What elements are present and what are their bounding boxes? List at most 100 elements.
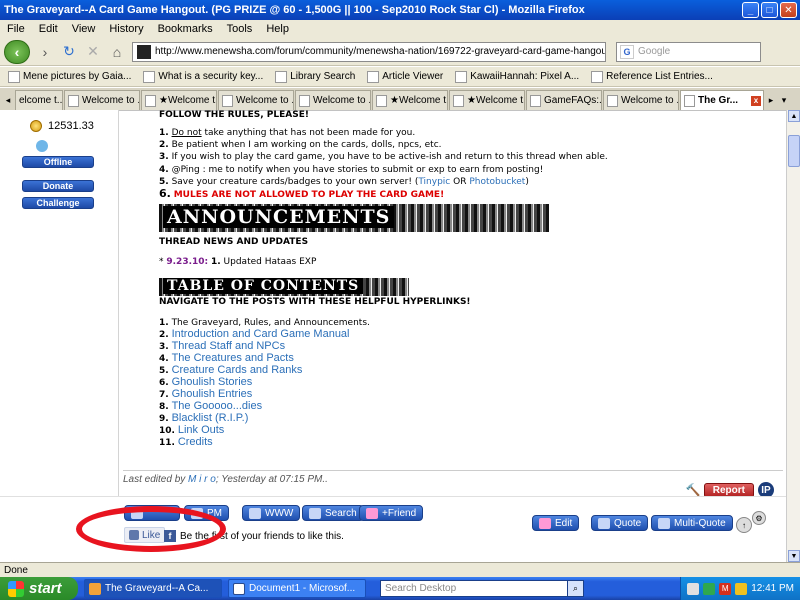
desktop-search-icon[interactable]: ⌕ [568,580,584,597]
browser-tab-active[interactable]: The Gr... x [680,90,764,110]
browser-tab[interactable]: ★Welcome t... [449,90,525,110]
bookmark-label: Mene pictures by Gaia... [23,71,132,82]
www-button[interactable]: WWW [242,505,301,521]
tab-label: GameFAQs:... [544,95,602,106]
menu-tools[interactable]: Tools [220,23,260,35]
taskbar-item-firefox[interactable]: The Graveyard--A Ca... [84,579,222,598]
desktop-search-input[interactable]: Search Desktop [380,580,568,597]
friend-icon [366,507,378,519]
forward-arrow-icon[interactable]: › [36,43,54,61]
quote-button[interactable]: Quote [591,515,649,531]
globe-icon [249,507,261,519]
taskbar-item-word[interactable]: Document1 - Microsof... [228,579,366,598]
home-icon[interactable]: ⌂ [108,43,126,61]
volume-icon[interactable] [735,582,748,595]
messenger-icon[interactable] [36,140,48,152]
photobucket-link[interactable]: Photobucket [469,177,525,187]
list-item: 4. @Ping : me to notify when you have st… [159,164,544,175]
security-icon[interactable] [703,582,716,595]
start-button[interactable]: start [0,577,78,600]
windows-taskbar: start The Graveyard--A Ca... Document1 -… [0,577,800,600]
tab-scroll-right-icon[interactable]: ▸ [765,90,777,110]
tab-scroll-left-icon[interactable]: ◂ [2,90,14,110]
toc-heading: NAVIGATE TO THE POSTS WITH THESE HELPFUL… [159,297,471,307]
offline-button[interactable]: Offline [22,156,94,168]
options-icon[interactable]: ⚙ [752,511,766,525]
browser-tab[interactable]: Welcome to ... [603,90,679,110]
tab-label: ★Welcome t... [467,95,525,106]
list-item: 6. MULES ARE NOT ALLOWED TO PLAY THE CAR… [159,187,445,201]
window-titlebar: The Graveyard--A Card Game Hangout. (PG … [0,0,800,20]
editor-name-link[interactable]: M i r o [188,474,216,485]
browser-tab[interactable]: ★Welcome t... [372,90,448,110]
tab-label: ★Welcome t... [390,95,448,106]
toc-link-item[interactable]: 11. Credits [159,437,370,449]
table-of-contents-banner: TABLE OF CONTENTS [159,278,409,296]
start-label: start [29,580,62,597]
clock: 12:41 PM [751,583,794,594]
menu-view[interactable]: View [65,23,103,35]
red-annotation-circle [76,506,226,552]
back-arrow-icon[interactable]: ‹ [4,39,30,64]
browser-tab[interactable]: GameFAQs:... [526,90,602,110]
maximize-button[interactable]: □ [761,2,778,18]
page-content: 12531.33 Offline Donate Challenge FOLLOW… [0,110,786,562]
gold-coin-icon [30,120,42,132]
vertical-scrollbar[interactable]: ▲ ▼ [786,110,800,562]
scroll-to-top-icon[interactable]: ↑ [736,517,752,533]
browser-tab[interactable]: elcome t... [15,90,63,110]
bookmark-label: What is a security key... [158,71,264,82]
menu-edit[interactable]: Edit [32,23,65,35]
window-title: The Graveyard--A Card Game Hangout. (PG … [4,4,585,16]
update-line: * 9.23.10: 1. Updated Hataas EXP [159,257,317,267]
donate-button[interactable]: Donate [22,180,94,192]
bookmark-item[interactable]: KawaiiHannah: Pixel A... [451,70,583,83]
address-bar[interactable]: http://www.menewsha.com/forum/community/… [132,41,606,62]
browser-tab[interactable]: Welcome to ... [64,90,140,110]
menu-history[interactable]: History [102,23,150,35]
tab-icon [453,94,464,107]
bookmark-item[interactable]: Mene pictures by Gaia... [4,70,135,83]
browser-tab[interactable]: ★Welcome t... [141,90,217,110]
menu-bookmarks[interactable]: Bookmarks [151,23,220,35]
mail-icon[interactable]: M [719,582,732,595]
browser-tab[interactable]: Welcome to ... [218,90,294,110]
bookmark-item[interactable]: Article Viewer [363,70,447,83]
add-friend-button[interactable]: +Friend [359,505,424,521]
search-button[interactable]: Search [302,505,364,521]
challenge-button[interactable]: Challenge [22,197,94,209]
navigation-toolbar: ‹ › ↻ ✕ ⌂ http://www.menewsha.com/forum/… [0,38,800,66]
close-button[interactable]: ✕ [780,2,797,18]
multi-quote-button[interactable]: Multi-Quote [651,515,733,531]
tinypic-link[interactable]: Tinypic [418,177,450,187]
search-input[interactable]: G Google [616,41,761,62]
tab-label: Welcome to ... [313,95,371,106]
tab-icon [684,94,695,107]
bookmark-icon [367,70,380,83]
gold-amount: 12531.33 [48,120,94,132]
tab-close-icon[interactable]: x [751,95,761,106]
tab-label: Welcome to ... [236,95,294,106]
reload-icon[interactable]: ↻ [60,43,78,61]
bookmark-icon [275,70,288,83]
bookmark-item[interactable]: Library Search [271,70,359,83]
menu-file[interactable]: File [0,23,32,35]
menu-help[interactable]: Help [259,23,296,35]
system-tray: M 12:41 PM [680,577,800,600]
network-icon[interactable] [687,582,700,595]
task-label: Document1 - Microsof... [249,583,356,594]
tab-label: elcome t... [19,95,63,106]
tab-list-icon[interactable]: ▾ [778,90,790,110]
stop-icon[interactable]: ✕ [84,43,102,61]
minimize-button[interactable]: _ [742,2,759,18]
multi-quote-icon [658,517,670,529]
bookmark-item[interactable]: What is a security key... [139,70,267,83]
scroll-up-icon[interactable]: ▲ [788,110,800,122]
word-document-icon [233,582,245,595]
scroll-thumb[interactable] [788,135,800,167]
list-item: 3. If you wish to play the card game, yo… [159,152,608,163]
edit-button[interactable]: Edit [532,515,580,531]
bookmark-item[interactable]: Reference List Entries... [587,70,717,83]
scroll-down-icon[interactable]: ▼ [788,550,800,562]
browser-tab[interactable]: Welcome to ... [295,90,371,110]
